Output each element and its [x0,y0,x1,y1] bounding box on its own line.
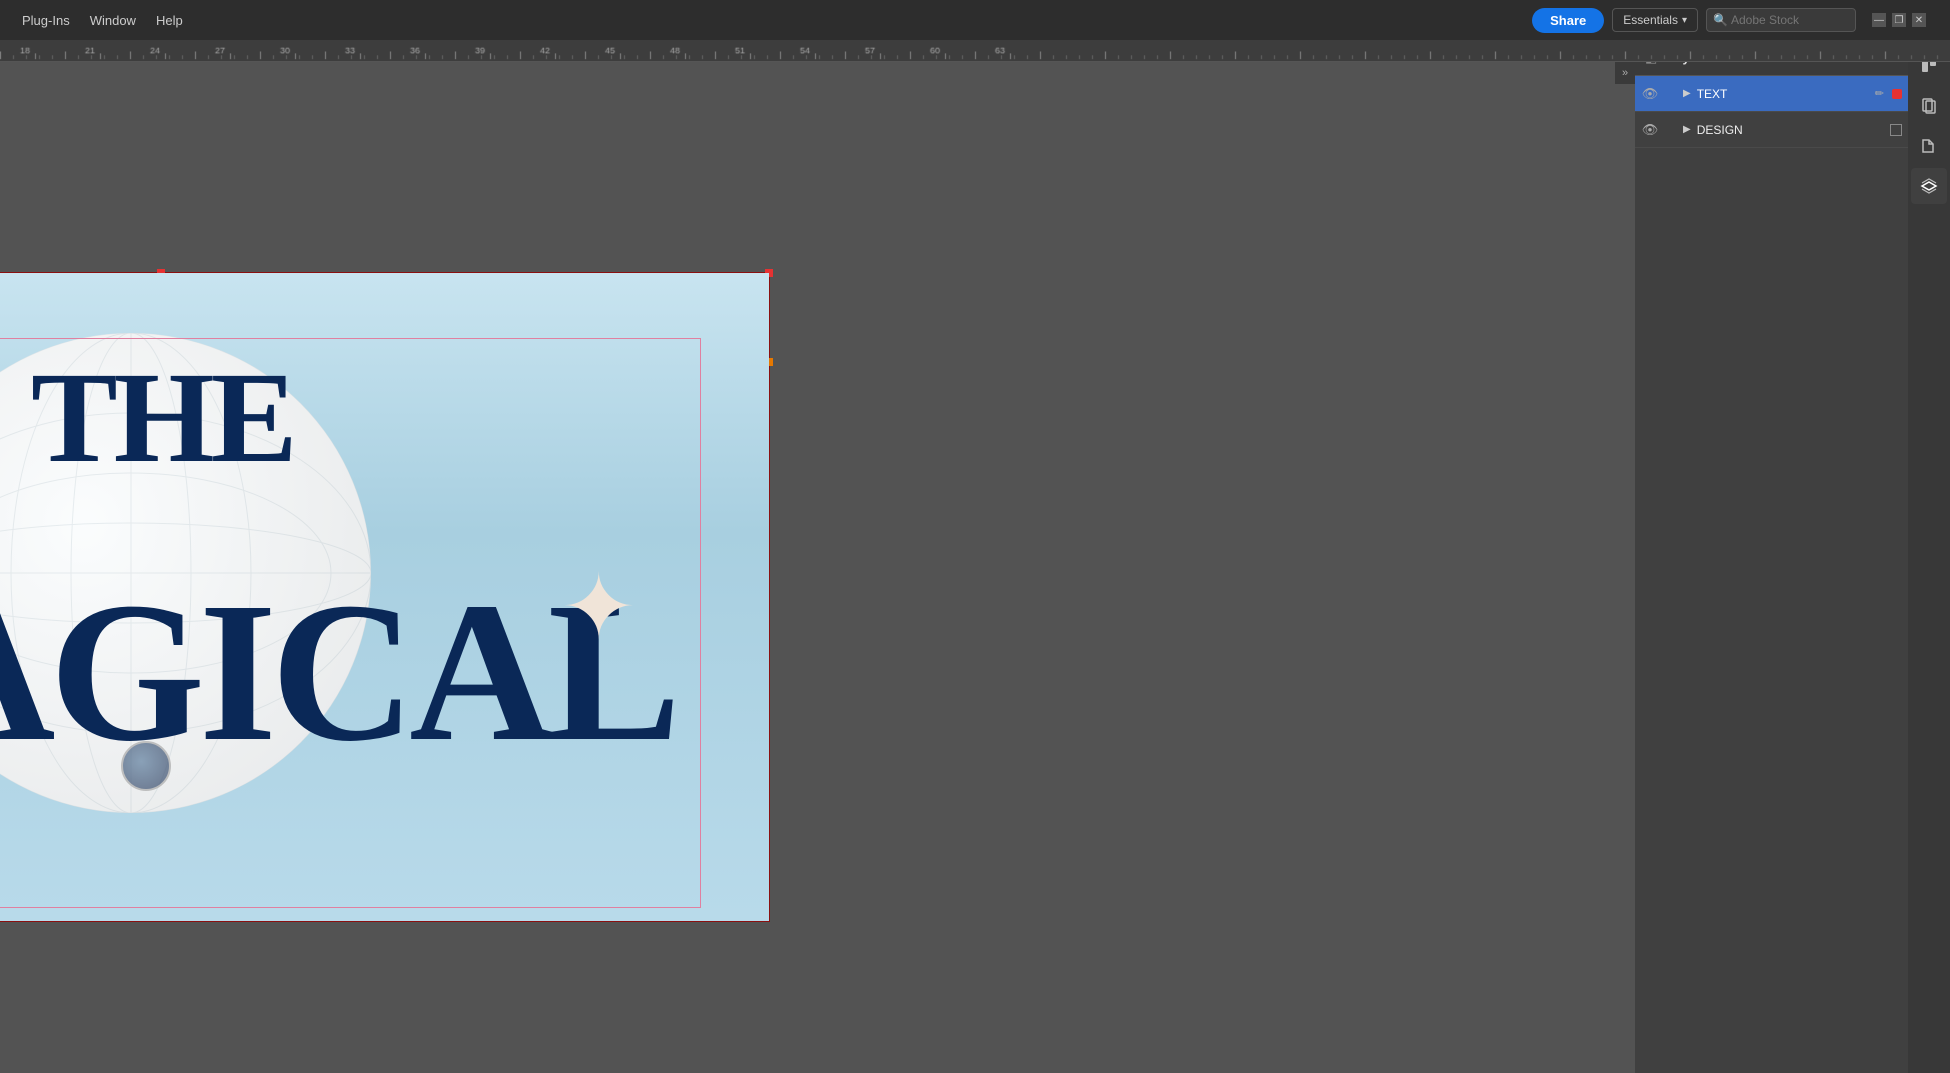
layer-edit-text[interactable]: ✏ [1875,87,1884,100]
layer-row-text[interactable]: 👁 ▶ TEXT ✏ [1635,76,1908,112]
layer-row-design[interactable]: 👁 ▶ DESIGN [1635,112,1908,148]
panel-content: ◧ Layers » ≡ 👁 ▶ TEXT ✏ 👁 ▶ DESIGN [1635,40,1908,1073]
layer-visibility-design [1890,124,1902,136]
panel-icon-layers[interactable] [1911,168,1947,204]
panel-icon-pages[interactable] [1911,88,1947,124]
layer-eye-design[interactable]: 👁 [1641,121,1659,139]
window-controls: — ❐ ✕ [1872,13,1926,27]
sparkle-star: ✦ [561,563,636,653]
layer-arrow-design[interactable]: ▶ [1683,124,1691,135]
menu-bar: Plug-Ins Window Help Share Essentials ▾ … [0,0,1950,40]
layers-panel: ◧ Layers » ≡ 👁 ▶ TEXT ✏ 👁 ▶ DESIGN [1635,40,1908,1073]
layer-color-text [1892,89,1902,99]
layer-eye-text[interactable]: 👁 [1641,85,1659,103]
essentials-button[interactable]: Essentials ▾ [1612,8,1698,32]
menu-plugins[interactable]: Plug-Ins [12,9,80,32]
horizontal-ruler: // Inline SVG ruler rendered via JS belo… [0,40,1950,62]
top-right-controls: Share Essentials ▾ 🔍 — ❐ ✕ [1520,0,1938,40]
share-button[interactable]: Share [1532,8,1604,33]
artboard-content: THE AGICAL ✦ [0,273,769,921]
layer-name-text: TEXT [1697,87,1871,101]
layer-arrow-text[interactable]: ▶ [1683,88,1691,99]
right-panel: ◧ Layers » ≡ 👁 ▶ TEXT ✏ 👁 ▶ DESIGN [1635,40,1950,1073]
menu-window[interactable]: Window [80,9,146,32]
artboard: THE AGICAL ✦ [0,272,770,922]
panel-icon-cc-libraries[interactable] [1911,128,1947,164]
minimize-button[interactable]: — [1872,13,1886,27]
menu-help[interactable]: Help [146,9,193,32]
close-button[interactable]: ✕ [1912,13,1926,27]
restore-button[interactable]: ❐ [1892,13,1906,27]
rotation-handle[interactable] [121,741,171,791]
layer-name-design: DESIGN [1697,123,1886,137]
canvas-area: THE AGICAL ✦ [0,62,1635,1073]
text-the: THE [31,353,294,483]
adobe-stock-search[interactable] [1706,8,1856,32]
panel-collapse-button[interactable]: » [1615,62,1635,84]
panel-icons [1908,40,1950,1073]
